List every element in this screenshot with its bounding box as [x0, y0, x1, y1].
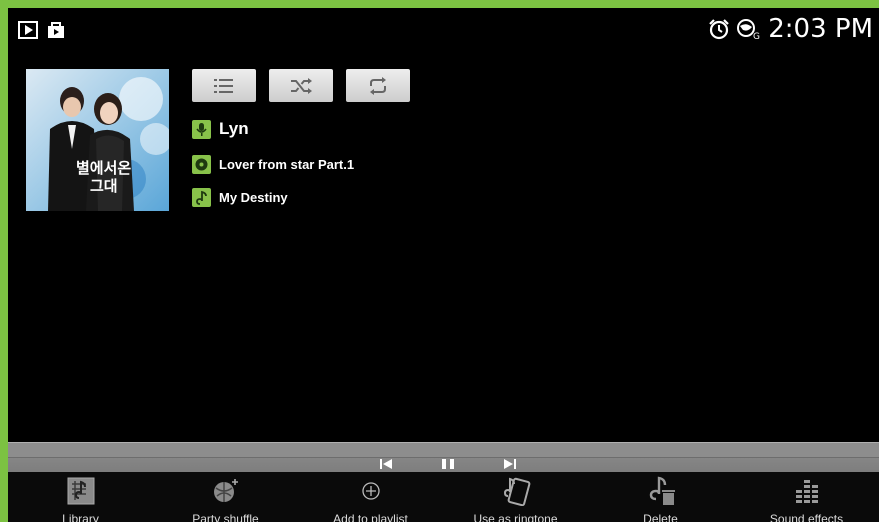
artist-row: Lyn [192, 119, 249, 139]
artist-icon [192, 119, 211, 139]
delete-icon [649, 476, 675, 505]
playback-strip [8, 442, 879, 473]
playlist-button[interactable] [192, 69, 256, 102]
status-left-icons [18, 21, 66, 39]
album-row: Lover from star Part.1 [192, 155, 354, 174]
alarm-clock-icon [709, 19, 730, 40]
status-right: G 2:03 PM [708, 14, 873, 44]
repeat-button[interactable] [346, 69, 410, 102]
sound-effects-button[interactable]: Sound effects [734, 472, 879, 522]
shopping-bag-icon [48, 22, 64, 38]
repeat-icon [370, 76, 386, 95]
library-icon [67, 477, 94, 505]
previous-icon[interactable] [380, 459, 392, 469]
playlist-icon [214, 78, 233, 93]
equalizer-icon [795, 480, 818, 503]
progress-bar[interactable] [8, 443, 879, 458]
album-cover-image: 별에서온 그대 [26, 69, 169, 211]
album-icon [192, 155, 211, 174]
status-bar: G 2:03 PM [8, 8, 879, 52]
settings-globe-icon: G [737, 19, 760, 40]
delete-button[interactable]: Delete [588, 472, 733, 522]
svg-text:G: G [753, 32, 760, 40]
add-icon [361, 482, 380, 500]
library-button[interactable]: Library [8, 472, 153, 522]
party-shuffle-icon [213, 479, 238, 502]
use-as-ringtone-button[interactable]: Use as ringtone [443, 472, 588, 522]
add-to-playlist-button[interactable]: Add to playlist [298, 472, 443, 522]
song-icon [192, 188, 211, 207]
bottom-action-bar: Library Party shuffle Add to playlist Us… [8, 472, 879, 522]
use-as-ringtone-label: Use as ringtone [473, 512, 558, 522]
ringtone-icon [503, 477, 530, 506]
title-row: My Destiny [192, 188, 288, 207]
shuffle-button[interactable] [269, 69, 333, 102]
next-icon[interactable] [504, 459, 516, 469]
pause-icon[interactable] [442, 459, 454, 469]
song-title: My Destiny [219, 190, 288, 205]
artist-name: Lyn [219, 119, 249, 138]
shuffle-icon [291, 77, 312, 94]
add-to-playlist-label: Add to playlist [333, 512, 408, 522]
play-store-icon [18, 21, 38, 39]
music-player-screen: G 2:03 PM 별에서온 그대 Lyn Lover from star Pa… [8, 8, 879, 522]
delete-label: Delete [643, 512, 678, 522]
party-shuffle-label: Party shuffle [192, 512, 259, 522]
sound-effects-label: Sound effects [769, 512, 844, 522]
album-art[interactable]: 별에서온 그대 [26, 69, 169, 211]
album-name: Lover from star Part.1 [219, 157, 355, 172]
party-shuffle-button[interactable]: Party shuffle [153, 472, 298, 522]
svg-text:그대: 그대 [90, 177, 118, 195]
library-label: Library [62, 512, 99, 522]
status-time: 2:03 PM [768, 14, 873, 44]
svg-text:별에서온: 별에서온 [76, 159, 131, 177]
